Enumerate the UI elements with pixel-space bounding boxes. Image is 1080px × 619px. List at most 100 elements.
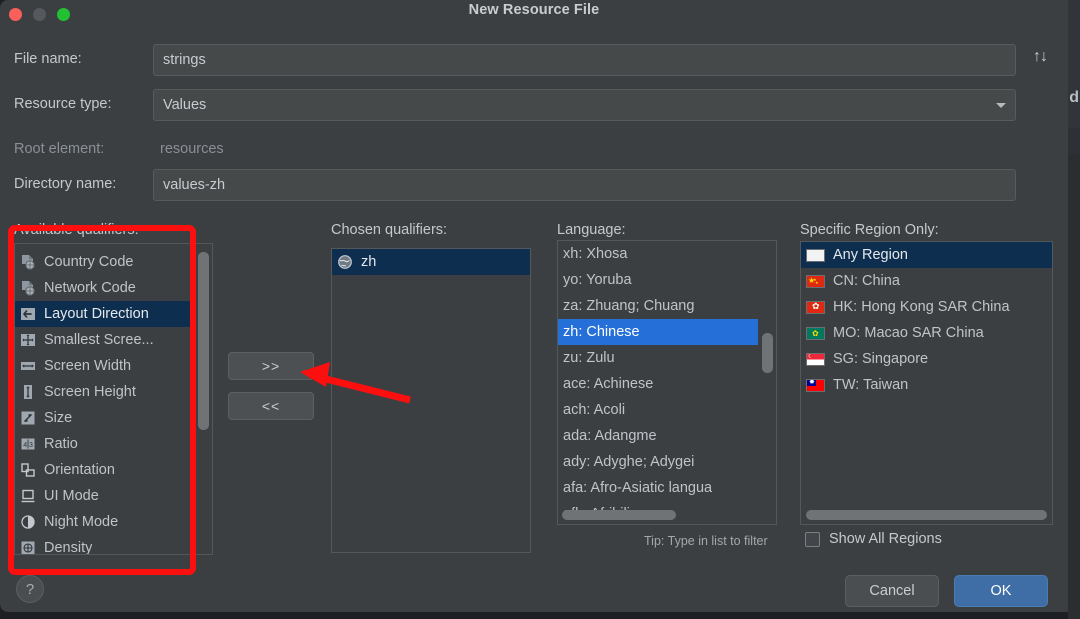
available-qualifier-row[interactable]: Screen Height bbox=[15, 379, 212, 405]
ratio-icon: 43 bbox=[20, 436, 36, 452]
root-element-value: resources bbox=[160, 141, 224, 157]
language-label: ace: Achinese bbox=[563, 376, 654, 392]
chosen-qualifier-label: zh bbox=[361, 254, 377, 270]
screen-height-icon bbox=[20, 384, 36, 400]
svg-text:4: 4 bbox=[23, 442, 27, 449]
region-row[interactable]: ✿ MO: Macao SAR China bbox=[801, 320, 1052, 346]
checkbox-box-icon bbox=[805, 531, 820, 547]
chosen-qualifiers-list[interactable]: zh bbox=[331, 248, 531, 553]
available-qualifier-row[interactable]: Night Mode bbox=[15, 509, 212, 535]
available-qualifier-label: Night Mode bbox=[44, 514, 119, 530]
sort-toggle-icon[interactable]: ↑↓ bbox=[1033, 48, 1048, 66]
available-qualifier-row[interactable]: Smallest Scree... bbox=[15, 327, 212, 353]
language-label: ach: Acoli bbox=[563, 402, 626, 418]
region-label: CN: China bbox=[833, 273, 900, 289]
directory-name-input[interactable]: values-zh bbox=[153, 169, 1016, 201]
language-label: ada: Adangme bbox=[563, 428, 657, 444]
language-label: yo: Yoruba bbox=[563, 272, 632, 288]
ui-mode-icon bbox=[20, 488, 36, 504]
density-icon bbox=[20, 540, 36, 554]
language-heading: Language: bbox=[557, 222, 626, 238]
language-row[interactable]: ach: Acoli bbox=[558, 397, 758, 423]
available-qualifier-label: UI Mode bbox=[44, 488, 99, 504]
language-row[interactable]: xh: Xhosa bbox=[558, 241, 758, 267]
screen-width-icon bbox=[20, 358, 36, 374]
orientation-icon bbox=[20, 462, 36, 478]
available-qualifier-row[interactable]: Layout Direction bbox=[15, 301, 192, 327]
resource-type-combobox[interactable]: Values bbox=[153, 89, 1016, 121]
directory-name-label: Directory name: bbox=[14, 176, 117, 192]
language-label: ady: Adyghe; Adygei bbox=[563, 454, 695, 470]
region-row[interactable]: ✸ TW: Taiwan bbox=[801, 372, 1052, 398]
language-horizontal-scrollbar[interactable] bbox=[562, 510, 676, 520]
language-row[interactable]: yo: Yoruba bbox=[558, 267, 758, 293]
dialog-title: New Resource File bbox=[468, 2, 600, 18]
available-qualifier-row[interactable]: Orientation bbox=[15, 457, 212, 483]
region-label: TW: Taiwan bbox=[833, 377, 909, 393]
dialog-titlebar: New Resource File bbox=[0, 0, 1068, 30]
remove-qualifier-button[interactable]: << bbox=[228, 392, 314, 420]
language-row[interactable]: ady: Adyghe; Adygei bbox=[558, 449, 758, 475]
flag-cn-icon: ★ ★ ★ bbox=[806, 274, 825, 288]
svg-text:3: 3 bbox=[29, 442, 33, 449]
country-code-icon bbox=[20, 254, 36, 270]
region-row[interactable]: Any Region bbox=[801, 242, 1052, 268]
language-row[interactable]: za: Zhuang; Chuang bbox=[558, 293, 758, 319]
available-qualifier-row[interactable]: UI Mode bbox=[15, 483, 212, 509]
available-qualifiers-list[interactable]: Country Code Network Code Layout Direction… bbox=[14, 243, 213, 555]
available-qualifier-row[interactable]: Density bbox=[15, 535, 212, 555]
cancel-button[interactable]: Cancel bbox=[845, 575, 939, 607]
available-qualifier-label: Network Code bbox=[44, 280, 136, 296]
region-label: HK: Hong Kong SAR China bbox=[833, 299, 1010, 315]
resource-type-value: Values bbox=[163, 97, 207, 113]
available-qualifier-row[interactable]: 4 3 Ratio bbox=[15, 431, 212, 457]
available-qualifiers-heading: Available qualifiers: bbox=[14, 222, 139, 238]
flag-sg-icon: ☾ bbox=[806, 352, 825, 366]
language-label: zu: Zulu bbox=[563, 350, 615, 366]
available-qualifier-label: Orientation bbox=[44, 462, 115, 478]
help-button[interactable]: ? bbox=[16, 575, 44, 603]
available-qualifier-label: Density bbox=[44, 540, 93, 555]
chevron-down-icon bbox=[996, 103, 1006, 108]
language-label: afa: Afro-Asiatic langua bbox=[563, 480, 713, 496]
region-label: SG: Singapore bbox=[833, 351, 929, 367]
language-row[interactable]: ada: Adangme bbox=[558, 423, 758, 449]
background-partial-text: d bbox=[1069, 89, 1079, 106]
region-horizontal-scrollbar[interactable] bbox=[806, 510, 1047, 520]
language-vertical-scrollbar[interactable] bbox=[762, 333, 773, 373]
language-label: zh: Chinese bbox=[563, 324, 640, 340]
language-label: za: Zhuang; Chuang bbox=[563, 298, 695, 314]
available-qualifier-row[interactable]: Size bbox=[15, 405, 212, 431]
language-row[interactable]: ace: Achinese bbox=[558, 371, 758, 397]
screenshot-root: d New Resource File File name: strings ↑… bbox=[0, 0, 1080, 619]
show-all-regions-checkbox[interactable]: Show All Regions bbox=[805, 531, 942, 547]
flag-hk-icon: ✿ bbox=[806, 300, 825, 314]
background-band-lower bbox=[1068, 128, 1080, 154]
available-qualifiers-scrollbar[interactable] bbox=[198, 252, 209, 430]
chosen-qualifier-row[interactable]: zh bbox=[332, 249, 530, 275]
region-label: Any Region bbox=[833, 247, 908, 263]
region-row[interactable]: ☾ SG: Singapore bbox=[801, 346, 1052, 372]
region-row[interactable]: ✿ HK: Hong Kong SAR China bbox=[801, 294, 1052, 320]
language-row[interactable]: zh: Chinese bbox=[558, 319, 758, 345]
add-qualifier-button[interactable]: >> bbox=[228, 352, 314, 380]
layout-direction-icon bbox=[20, 306, 36, 322]
background-band-upper bbox=[1068, 0, 1080, 128]
smallest-screen-icon bbox=[20, 332, 36, 348]
ok-button[interactable]: OK bbox=[954, 575, 1048, 607]
language-row[interactable]: zu: Zulu bbox=[558, 345, 758, 371]
available-qualifier-row[interactable]: Network Code bbox=[15, 275, 212, 301]
globe-icon bbox=[337, 254, 353, 270]
language-list[interactable]: xh: Xhosa yo: Yoruba za: Zhuang; Chuang zh:… bbox=[557, 240, 777, 525]
available-qualifier-label: Smallest Scree... bbox=[44, 332, 154, 348]
available-qualifier-row[interactable]: Country Code bbox=[15, 249, 212, 275]
flag-mo-icon: ✿ bbox=[806, 326, 825, 340]
specific-region-list[interactable]: Any Region ★ ★ ★ CN: China ✿ HK: Hong Kong SAR… bbox=[800, 241, 1053, 525]
file-name-input[interactable]: strings bbox=[153, 44, 1016, 76]
available-qualifier-label: Ratio bbox=[44, 436, 78, 452]
region-row[interactable]: ★ ★ ★ CN: China bbox=[801, 268, 1052, 294]
show-all-regions-label: Show All Regions bbox=[829, 531, 942, 547]
flag-tw-icon: ✸ bbox=[806, 378, 825, 392]
language-row[interactable]: afa: Afro-Asiatic langua bbox=[558, 475, 758, 501]
available-qualifier-row[interactable]: Screen Width bbox=[15, 353, 212, 379]
